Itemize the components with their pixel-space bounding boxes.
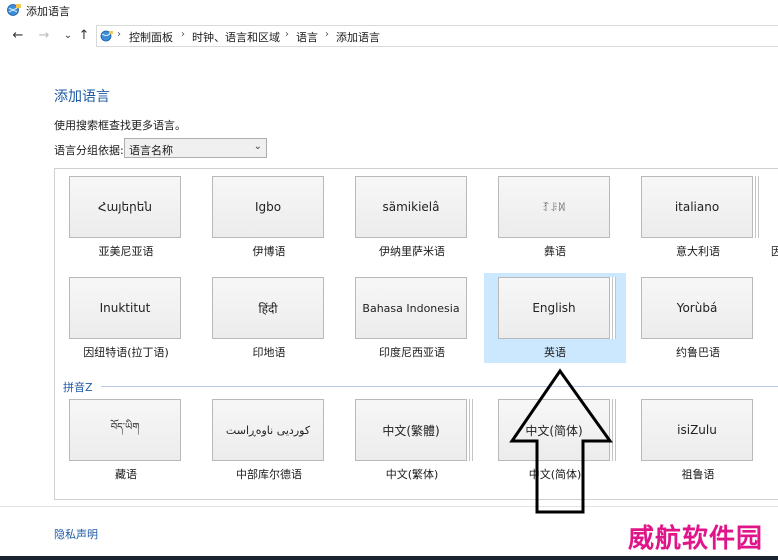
language-item[interactable]: Inuktitut 因纽特语(拉丁语) [55,273,197,363]
page-title: 添加语言 [54,89,110,105]
group-by-label: 语言分组依据: [54,144,124,157]
breadcrumb-separator: › [285,29,289,40]
language-tile: Հայերեն [69,176,181,238]
navigation-bar: ← → ⌄ ↑ › 控制面板 › 时钟、语言和区域 › 语言 › 添加语言 [0,22,778,52]
language-name: 伊纳里萨米语 [379,245,445,258]
language-tile: Inuktitut [69,277,181,339]
up-button[interactable]: ↑ [76,28,92,44]
language-item-selected[interactable]: English 英语 [484,273,626,363]
language-tile: Yorùbá [641,277,753,339]
breadcrumb-add-language[interactable]: 添加语言 [336,29,380,45]
language-name: 约鲁巴语 [676,346,720,359]
language-name: 因 [771,243,778,259]
language-name: 因纽特语(拉丁语) [83,346,169,359]
language-name: 藏语 [115,468,137,481]
back-button[interactable]: ← [10,28,26,44]
address-bar[interactable]: › 控制面板 › 时钟、语言和区域 › 语言 › 添加语言 [96,25,778,47]
breadcrumb-language[interactable]: 语言 [296,29,318,45]
language-tile: Bahasa Indonesia [355,277,467,339]
breadcrumb-separator: › [117,29,121,40]
language-item[interactable]: हिंदी 印地语 [198,273,340,363]
language-name: 中文(简体) [528,468,582,481]
language-name: 彝语 [544,245,566,258]
language-name: 中文(繁体) [385,468,439,481]
language-item[interactable]: sämikielâ 伊纳里萨米语 [341,172,483,262]
language-name: 印度尼西亚语 [379,346,445,359]
control-panel-icon [100,30,113,42]
language-item[interactable]: 中文(简体) 中文(简体) [484,395,626,485]
taskbar-strip [0,556,778,560]
language-item[interactable]: 中文(繁體) 中文(繁体) [341,395,483,485]
breadcrumb-separator: › [325,29,329,40]
forward-button[interactable]: → [36,28,52,44]
watermark-text: 威航软件园 [628,524,764,554]
privacy-statement-link[interactable]: 隐私声明 [54,526,98,542]
section-divider [101,386,778,387]
group-by-dropdown[interactable]: 语言名称 ⌄ [124,138,267,158]
section-header: 拼音Z [63,381,93,394]
language-tile: English [498,277,610,339]
language-tile: བོད་ཡིག [69,399,181,461]
language-item[interactable]: Igbo 伊博语 [198,172,340,262]
language-item[interactable]: isiZulu 祖鲁语 [627,395,769,485]
group-by-value: 语言名称 [129,144,173,157]
search-hint-text: 使用搜索框查找更多语言。 [54,119,186,132]
language-name: 祖鲁语 [681,468,715,481]
language-item[interactable]: کوردیی ناوەڕاست 中部库尔德语 [198,395,340,485]
breadcrumb-clock-language-region[interactable]: 时钟、语言和区域 [192,29,280,45]
language-item[interactable]: བོད་ཡིག 藏语 [55,395,197,485]
language-tile: 中文(繁體) [355,399,467,461]
language-tile: italiano [641,176,753,238]
breadcrumb-separator: › [181,29,185,40]
language-tile: Igbo [212,176,324,238]
language-item[interactable]: Yorùbá 约鲁巴语 [627,273,769,363]
language-tile: 中文(简体) [498,399,610,461]
language-name: 中部库尔德语 [236,468,302,481]
language-tile: کوردیی ناوەڕاست [212,399,324,461]
language-tile: isiZulu [641,399,753,461]
breadcrumb-control-panel[interactable]: 控制面板 [129,29,173,45]
language-item[interactable]: Հայերեն 亚美尼亚语 [55,172,197,262]
language-grid: Հայերեն 亚美尼亚语 Igbo 伊博语 sämikielâ 伊纳里萨米语 … [54,168,778,500]
chevron-down-icon: ⌄ [253,141,262,152]
language-name: 伊博语 [252,245,286,258]
recent-locations-button[interactable]: ⌄ [60,28,76,44]
title-bar: 添加语言 [0,0,778,20]
language-item[interactable]: Bahasa Indonesia 印度尼西亚语 [341,273,483,363]
language-name: 亚美尼亚语 [98,245,154,258]
language-name: 英语 [544,346,566,359]
language-name: 印地语 [252,346,286,359]
language-tile: ꆈꌠꉙ [498,176,610,238]
globe-icon [7,4,21,16]
language-name: 意大利语 [676,245,720,258]
language-item[interactable]: ꆈꌠꉙ 彝语 [484,172,626,262]
language-tile: sämikielâ [355,176,467,238]
language-item[interactable]: italiano 意大利语 [627,172,769,262]
language-tile: हिंदी [212,277,324,339]
window-title: 添加语言 [26,5,70,18]
footer-divider [0,506,778,507]
